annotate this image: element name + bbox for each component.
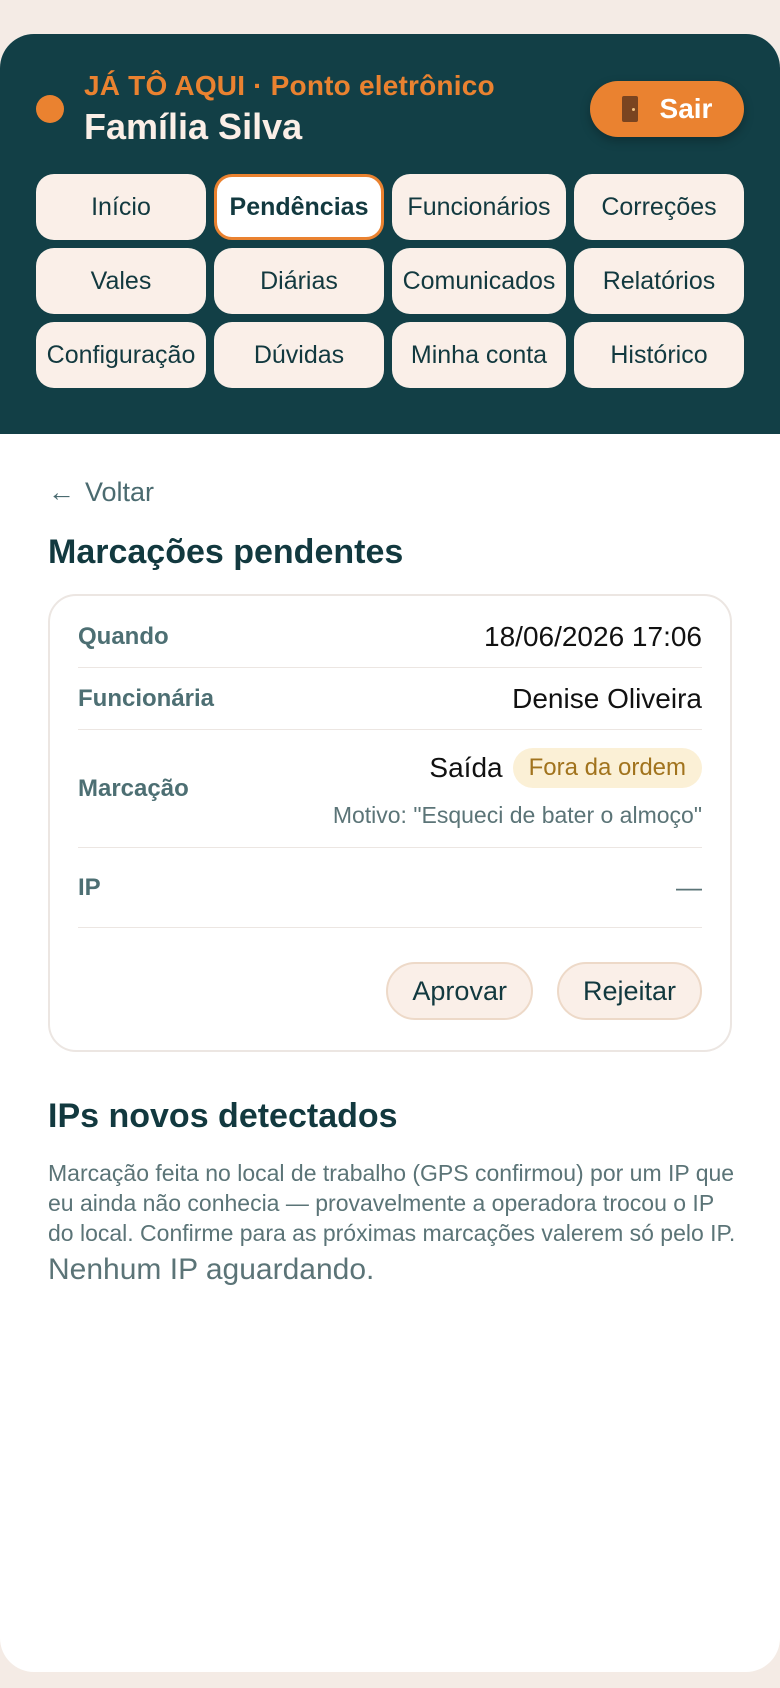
logout-button[interactable]: Sair xyxy=(590,81,744,137)
brand-tagline: JÁ TÔ AQUI · Ponto eletrônico xyxy=(84,70,495,101)
mark-value: Saída xyxy=(429,752,503,783)
employee-value: Denise Oliveira xyxy=(512,682,702,714)
arrow-left-icon: ← xyxy=(48,476,75,507)
nav-item-historico[interactable]: Histórico xyxy=(574,322,744,388)
main-nav: Início Pendências Funcionários Correções… xyxy=(36,174,744,388)
nav-item-correcoes[interactable]: Correções xyxy=(574,174,744,240)
nav-item-diarias[interactable]: Diárias xyxy=(214,248,384,314)
back-label: Voltar xyxy=(85,476,155,507)
mark-label: Marcação xyxy=(78,774,189,802)
pending-card: Quando 18/06/2026 17:06 Funcionária Deni… xyxy=(48,594,732,1052)
new-ips-empty: Nenhum IP aguardando. xyxy=(48,1253,375,1286)
nav-item-vales[interactable]: Vales xyxy=(36,248,206,314)
when-value: 18/06/2026 17:06 xyxy=(484,620,702,652)
brand: JÁ TÔ AQUI · Ponto eletrônico Família Si… xyxy=(84,68,590,150)
row-mark: Marcação Saída Fora da ordem Motivo: "Es… xyxy=(78,730,702,848)
pending-title: Marcações pendentes xyxy=(48,533,404,571)
reject-button[interactable]: Rejeitar xyxy=(556,962,702,1020)
main-content: ← Voltar Marcações pendentes Quando 18/0… xyxy=(0,434,780,1288)
row-ip: IP — xyxy=(78,848,702,928)
new-ips-title: IPs novos detectados xyxy=(48,1097,398,1135)
status-dot-icon xyxy=(36,95,64,123)
ip-label: IP xyxy=(78,873,101,901)
card-actions: Aprovar Rejeitar xyxy=(78,962,702,1020)
nav-item-inicio[interactable]: Início xyxy=(36,174,206,240)
mark-line: Saída Fora da ordem xyxy=(429,748,702,788)
approve-button[interactable]: Aprovar xyxy=(386,962,533,1020)
family-name: Família Silva xyxy=(84,106,303,147)
nav-item-minha-conta[interactable]: Minha conta xyxy=(392,322,566,388)
nav-item-duvidas[interactable]: Dúvidas xyxy=(214,322,384,388)
employee-label: Funcionária xyxy=(78,684,215,712)
reason-text: Motivo: "Esqueci de bater o almoço" xyxy=(332,802,702,828)
mark-details: Saída Fora da ordem Motivo: "Esqueci de … xyxy=(333,748,702,829)
door-icon xyxy=(621,96,638,122)
nav-item-relatorios[interactable]: Relatórios xyxy=(574,248,744,314)
new-ips-description: Marcação feita no local de trabalho (GPS… xyxy=(48,1160,736,1246)
row-when: Quando 18/06/2026 17:06 xyxy=(78,606,702,668)
nav-item-configuracao[interactable]: Configuração xyxy=(36,322,206,388)
nav-item-pendencias[interactable]: Pendências xyxy=(214,174,384,240)
back-link[interactable]: ← Voltar xyxy=(48,470,732,514)
brand-row: JÁ TÔ AQUI · Ponto eletrônico Família Si… xyxy=(36,66,744,152)
nav-item-comunicados[interactable]: Comunicados xyxy=(392,248,566,314)
when-label: Quando xyxy=(78,622,169,650)
app-window: JÁ TÔ AQUI · Ponto eletrônico Família Si… xyxy=(0,34,780,1672)
logout-label: Sair xyxy=(659,93,713,124)
header: JÁ TÔ AQUI · Ponto eletrônico Família Si… xyxy=(0,34,780,434)
nav-item-funcionarios[interactable]: Funcionários xyxy=(392,174,566,240)
ip-value: — xyxy=(676,872,702,902)
row-employee: Funcionária Denise Oliveira xyxy=(78,668,702,730)
new-ips-section: IPs novos detectados Marcação feita no l… xyxy=(48,1094,735,1288)
status-badge: Fora da ordem xyxy=(512,748,702,788)
